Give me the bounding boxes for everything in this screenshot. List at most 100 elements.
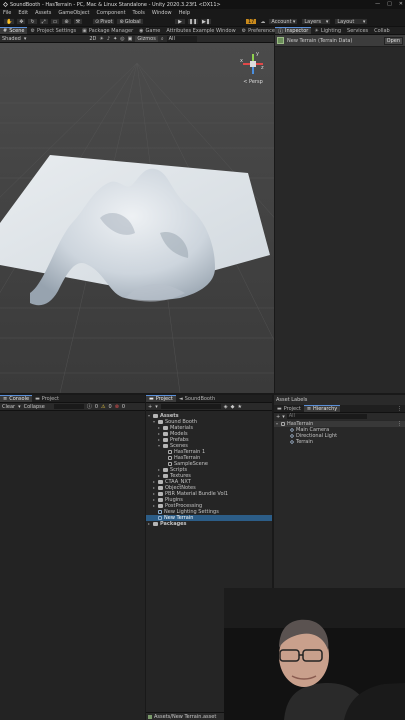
tab-label: Project Settings [36,27,77,34]
project-search-input[interactable] [160,404,221,409]
add-asset-button[interactable]: + [148,404,152,410]
hierarchy-item[interactable]: Terrain [274,439,405,445]
account-dropdown[interactable]: Account ▾ [268,18,299,25]
transform-tool-button[interactable]: ⊕ [61,18,72,25]
scene-gizmo[interactable]: y x z < Persp [240,51,266,85]
open-button[interactable]: Open [383,36,403,45]
shading-mode-dropdown[interactable]: Shaded [2,36,21,42]
rect-tool-button[interactable]: ▭ [49,18,61,25]
cloud-icon[interactable]: ☁ [260,19,265,25]
pivot-icon: ⊙ [95,18,100,25]
expand-arrow-icon[interactable]: ▸ [158,473,161,479]
tab-lighting[interactable]: ☀ Lighting [311,27,344,34]
camera-settings-icon[interactable]: ▣ [128,36,133,42]
lighting-toggle-icon[interactable]: ☀ [99,36,103,42]
hidden-objects-icon[interactable]: ◎ [120,36,124,42]
expand-arrow-icon[interactable]: ▸ [153,503,156,509]
asset-path-icon [148,714,152,719]
custom-tool-button[interactable]: ⚒ [72,18,84,25]
scene-toolbar: Shaded ▾ 2D ☀ ♪ ✦ ◎ ▣ Gizmos ⌕ All [0,35,274,43]
tab-attributes-example[interactable]: Attributes Example Window [163,27,238,34]
menu-window[interactable]: Window [152,10,172,16]
axis-gizmo-icon [243,54,263,74]
tab-label: Project [283,405,301,412]
tab-project-settings[interactable]: ⚙ Project Settings [27,27,79,34]
pause-button[interactable]: ❚❚ [187,18,199,25]
hand-icon: ✋ [6,18,13,25]
menu-edit[interactable]: Edit [18,10,28,16]
menu-assets[interactable]: Assets [35,10,51,16]
tab-collab[interactable]: Collab [371,27,393,34]
tab-game[interactable]: ◉ Game [136,27,163,34]
filter-label-icon[interactable]: ◆ [231,404,235,410]
tab-soundbooth[interactable]: ◄ SoundBooth [176,395,218,402]
tab-inspector[interactable]: ⓘ Inspector [275,27,312,35]
add-object-button[interactable]: + [276,414,280,420]
global-toggle[interactable]: ⊛ Global [116,18,144,25]
expand-arrow-icon[interactable]: ▾ [148,413,151,419]
scene-menu-icon[interactable]: ⋮ [397,421,402,427]
project-item[interactable]: ▸ Packages [146,521,272,527]
warning-count-icon[interactable]: ⚠ [101,404,105,410]
layers-dropdown[interactable]: Layers ▾ [301,18,332,25]
panel-menu-icon[interactable]: ⋮ [397,406,402,412]
audio-toggle-icon[interactable]: ♪ [107,36,110,42]
menu-help[interactable]: Help [179,10,190,16]
close-button[interactable]: ✕ [399,1,403,7]
filter-type-icon[interactable]: ◈ [224,404,228,410]
move-tool-button[interactable]: ✥ [16,18,27,25]
folder-icon: ▬ [35,395,40,402]
info-count-icon[interactable]: ⓘ [87,403,92,410]
layout-dropdown[interactable]: Layout ▾ [334,18,369,25]
folder-icon: ▬ [149,396,154,402]
menu-gameobject[interactable]: GameObject [58,10,89,16]
scale-tool-button[interactable]: ⤢ [38,18,49,25]
tab-scene[interactable]: # Scene [0,27,28,34]
expand-arrow-icon[interactable]: ▸ [148,521,151,527]
rotate-tool-button[interactable]: ↻ [27,18,38,25]
clear-button[interactable]: Clear [2,404,15,410]
effects-toggle-icon[interactable]: ✦ [113,36,117,42]
speaker-icon: ◄ [178,395,183,402]
global-label: Global [124,18,141,25]
maximize-button[interactable]: □ [387,1,392,7]
hierarchy-search-input[interactable]: All [286,414,367,419]
step-button[interactable]: ▶❚ [200,18,212,25]
notifications-badge[interactable]: 17 [245,18,258,25]
console-search-input[interactable] [53,404,84,409]
tab-console[interactable]: ≡ Console [0,395,33,402]
tab-project-secondary[interactable]: ▬ Project [32,395,62,402]
menu-file[interactable]: File [3,10,11,16]
perspective-label[interactable]: < Persp [240,79,266,85]
tab-label: Project [155,396,173,402]
expand-arrow-icon[interactable]: ▾ [153,419,156,425]
pivot-toggle[interactable]: ⊙ Pivot [92,18,116,25]
scene-search-input[interactable]: All [166,35,197,42]
tab-project[interactable]: ▬ Project [146,395,176,402]
gizmos-dropdown[interactable]: Gizmos [135,35,158,42]
star-icon[interactable]: ★ [237,404,241,410]
menu-tools[interactable]: Tools [133,10,145,16]
window-title: SoundBooth - HasTerrain - PC, Mac & Linu… [10,1,221,8]
scene-viewport [0,43,274,393]
expand-arrow-icon: ▾ [276,421,279,426]
scene-tab-bar: # Scene ⚙ Project Settings ▣ Package Manage… [0,27,278,35]
step-icon: ▶❚ [201,18,211,25]
collapse-button[interactable]: Collapse [24,404,45,410]
play-button[interactable]: ▶ [174,18,186,25]
2d-toggle[interactable]: 2D [89,36,96,42]
tab-package-manager[interactable]: ▣ Package Manager [79,27,136,34]
expand-arrow-icon[interactable]: ▾ [158,443,161,449]
title-bar: SoundBooth - HasTerrain - PC, Mac & Linu… [0,0,405,9]
asset-icon [158,516,162,520]
tab-label: Attributes Example Window [166,27,236,34]
tab-project-tertiary[interactable]: ▬ Project [274,405,304,412]
menu-component[interactable]: Component [97,10,126,16]
minimize-button[interactable]: — [375,1,380,7]
tab-hierarchy[interactable]: ≡ Hierarchy [303,405,341,412]
error-count-icon[interactable]: ⊗ [115,404,119,410]
hand-tool-button[interactable]: ✋ [3,18,16,25]
gear-icon: ⚙ [30,27,35,34]
tab-services[interactable]: Services [344,27,371,34]
scene-view[interactable]: y x z < Persp [0,43,274,393]
